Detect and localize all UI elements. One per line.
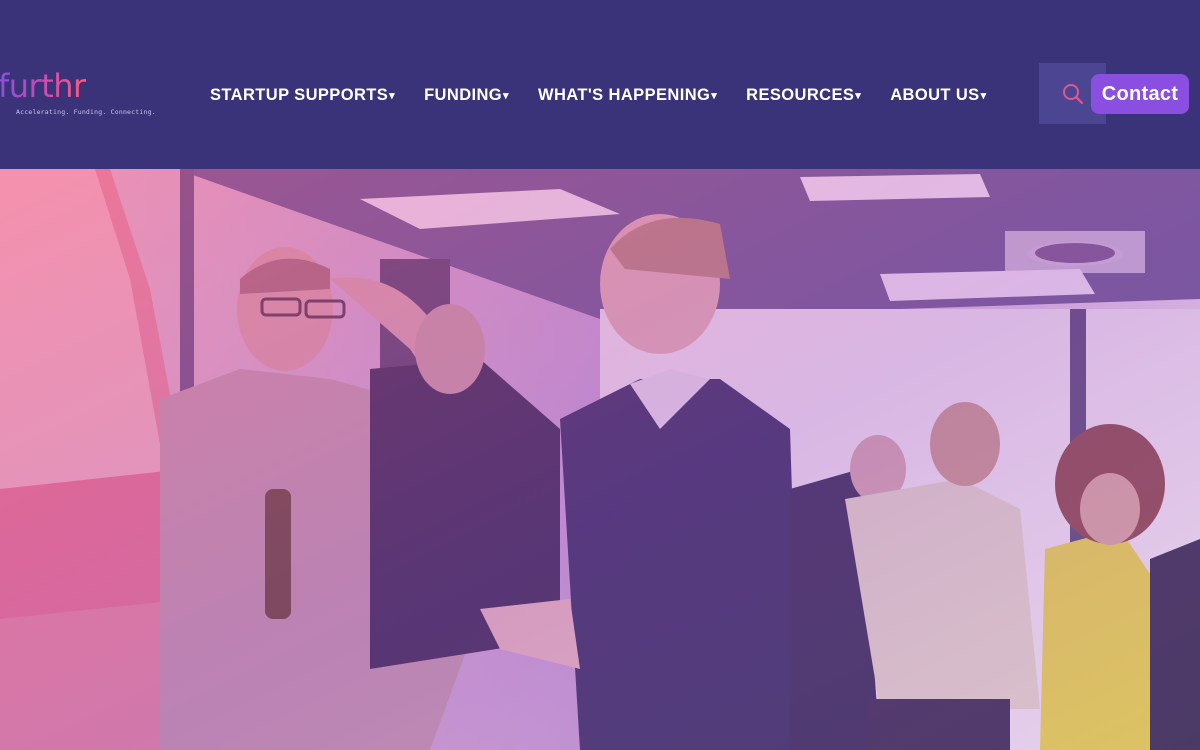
logo-wordmark: furthr: [0, 67, 86, 105]
chevron-down-icon: ▾: [711, 89, 718, 102]
nav-label: WHAT'S HAPPENING: [537, 85, 711, 104]
chevron-down-icon: ▾: [503, 89, 509, 102]
site-header: furthr Accelerating. Funding. Connecting…: [0, 0, 1200, 169]
main-nav: STARTUP SUPPORTS ▾ FUNDING ▾ WHAT'S HAPPEN…: [210, 84, 1016, 106]
logo-tagline: Accelerating. Funding. Connecting.: [16, 108, 156, 116]
hero-image: [0, 169, 1200, 750]
nav-item-funding[interactable]: FUNDING ▾: [424, 86, 509, 105]
nav-item-startup-supports[interactable]: STARTUP SUPPORTS ▾: [210, 86, 395, 105]
chevron-down-icon: ▾: [980, 89, 987, 102]
nav-item-about-us[interactable]: ABOUT US ▾: [890, 86, 986, 105]
nav-label: FUNDING: [424, 85, 503, 104]
nav-item-resources[interactable]: RESOURCES ▾: [746, 86, 861, 105]
chevron-down-icon: ▾: [855, 89, 862, 102]
contact-button[interactable]: Contact: [1091, 74, 1189, 114]
chevron-down-icon: ▾: [389, 89, 396, 102]
networking-event-photo: [0, 169, 1200, 750]
nav-label: STARTUP SUPPORTS: [210, 85, 389, 104]
brand-logo[interactable]: furthr Accelerating. Funding. Connecting…: [0, 67, 156, 120]
nav-label: ABOUT US: [890, 85, 980, 104]
nav-label: RESOURCES: [746, 85, 855, 104]
nav-item-whats-happening[interactable]: WHAT'S HAPPENING ▾: [538, 86, 717, 105]
search-icon: [1062, 83, 1083, 104]
